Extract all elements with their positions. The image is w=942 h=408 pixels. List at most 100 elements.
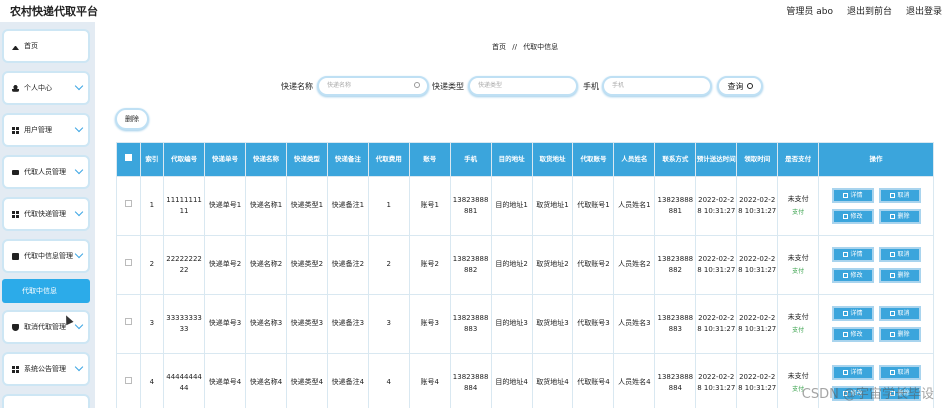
table-cell: 快递名称1 [244, 176, 287, 236]
cancel-button[interactable]: 取消 [878, 306, 921, 321]
sidebar-item-announcements[interactable]: 系统公告管理 [2, 352, 90, 386]
table-cell: 13823888881 [449, 176, 492, 236]
column-header: 取货地址 [531, 142, 574, 177]
table-cell: 13823888884 [654, 353, 697, 408]
row-checkbox[interactable] [124, 200, 132, 208]
edit-icon [842, 214, 848, 219]
sidebar-item-profile[interactable]: 个人中心 [2, 71, 90, 105]
sidebar-item-courier-staff[interactable]: 代取人员管理 [2, 155, 90, 189]
sidebar-item-users[interactable]: 用户管理 [2, 113, 90, 147]
chevron-down-icon [74, 249, 84, 259]
detail-icon [842, 193, 848, 198]
table-cell: 快递名称2 [244, 235, 287, 295]
column-header: 手机 [449, 142, 492, 177]
table-cell: 2022-02-28 10:31:27 [695, 176, 738, 236]
row-checkbox[interactable] [124, 318, 132, 326]
table-cell: 快递单号3 [204, 294, 246, 354]
table-cell: 账号4 [408, 353, 451, 408]
search-button[interactable]: 查询 [717, 76, 763, 96]
edit-button[interactable]: 修改 [831, 209, 874, 224]
table-cell: 快递类型3 [285, 294, 328, 354]
delete-button[interactable]: 删除 [878, 268, 921, 283]
phone-input[interactable]: 手机 [602, 76, 712, 96]
select-all-checkbox[interactable] [124, 154, 132, 162]
pay-link[interactable]: 支付 [778, 326, 818, 336]
delete-button[interactable]: 删除 [878, 209, 921, 224]
delete-icon [889, 214, 895, 219]
row-select-cell[interactable] [116, 235, 141, 295]
row-select-cell[interactable] [116, 176, 141, 236]
table-cell: 快递类型4 [285, 353, 328, 408]
table-cell: 3333333333 [163, 294, 206, 354]
table-cell: 快递单号4 [204, 353, 246, 408]
table-cell: 未支付 支付 [777, 176, 820, 236]
table-cell: 人员姓名3 [613, 294, 656, 354]
cancel-button[interactable]: 取消 [878, 365, 921, 380]
row-checkbox[interactable] [124, 377, 132, 385]
table-cell: 快递备注4 [326, 353, 369, 408]
row-select-cell[interactable] [116, 353, 141, 408]
table-cell: 1111111111 [163, 176, 206, 236]
table-cell: 取货地址3 [531, 294, 574, 354]
edit-button[interactable]: 修改 [831, 327, 874, 342]
sidebar-item-in-progress[interactable]: 代取中信息管理 [2, 239, 90, 273]
courier-type-input[interactable]: 快递类型 [468, 76, 578, 96]
detail-button[interactable]: 详情 [831, 188, 874, 203]
table-row: 2 2222222222 快递单号2 快递名称2 快递类型2 快递备注2 2 账号2 13823… [116, 235, 934, 295]
column-header: 索引 [139, 142, 165, 177]
cancel-icon [889, 370, 895, 375]
table-cell: 快递名称3 [244, 294, 287, 354]
sidebar-item-home[interactable]: 首页 [2, 29, 90, 63]
column-header: 操作 [818, 142, 934, 177]
table-cell: 13823888883 [449, 294, 492, 354]
detail-button[interactable]: 详情 [831, 365, 874, 380]
sidebar-item-more[interactable] [2, 394, 90, 408]
table-cell: 快递单号2 [204, 235, 246, 295]
cancel-button[interactable]: 取消 [878, 247, 921, 262]
table-cell: 目的地址4 [490, 353, 533, 408]
detail-button[interactable]: 详情 [831, 306, 874, 321]
column-header: 是否支付 [777, 142, 820, 177]
pay-link[interactable]: 支付 [778, 208, 818, 218]
column-header: 快递类型 [285, 142, 328, 177]
detail-icon [842, 252, 848, 257]
table-cell: 代取账号1 [572, 176, 615, 236]
table-cell: 2222222222 [163, 235, 206, 295]
check-icon [12, 252, 19, 260]
back-to-frontend-link[interactable]: 退出到前台 [847, 4, 892, 17]
sidebar-subitem-in-progress-info[interactable]: 代取中信息 [2, 279, 90, 303]
breadcrumb-home[interactable]: 首页 [492, 43, 506, 51]
sidebar-item-pickup-express[interactable]: 代取快递管理 [2, 197, 90, 231]
table-cell: 目的地址1 [490, 176, 533, 236]
column-header: 代取编号 [163, 142, 206, 177]
table-cell: 快递类型2 [285, 235, 328, 295]
breadcrumb-separator: // [512, 43, 517, 51]
table-cell: 人员姓名4 [613, 353, 656, 408]
chevron-down-icon [74, 81, 84, 91]
top-header: 农村快递代取平台 管理员 abo 退出到前台 退出登录 [0, 0, 942, 22]
search-bar: 快递名称 快递名称 快递类型 快递类型 手机 手机 查询 [95, 76, 942, 96]
delete-button[interactable]: 删除 [878, 327, 921, 342]
select-all-header[interactable] [116, 142, 141, 177]
pay-link[interactable]: 支付 [778, 267, 818, 277]
courier-name-label: 快递名称 [281, 82, 313, 91]
csdn-watermark: CSDN @宇宙学长毕设 [801, 387, 934, 402]
table-cell: 13823888882 [449, 235, 492, 295]
row-checkbox[interactable] [124, 259, 132, 267]
column-header: 人员姓名 [613, 142, 656, 177]
table-cell: 2022-02-28 10:31:27 [736, 353, 779, 408]
sidebar-item-cancel-pickup[interactable]: 取消代取管理 [2, 310, 90, 344]
table-cell: 目的地址3 [490, 294, 533, 354]
table-cell: 3 [367, 294, 410, 354]
row-select-cell[interactable] [116, 294, 141, 354]
logout-link[interactable]: 退出登录 [906, 4, 942, 17]
shield-icon [12, 323, 19, 331]
cancel-button[interactable]: 取消 [878, 188, 921, 203]
detail-button[interactable]: 详情 [831, 247, 874, 262]
row-actions-cell: 详情 取消 修改 删除 [818, 176, 934, 236]
batch-delete-button[interactable]: 删除 [115, 108, 149, 130]
edit-button[interactable]: 修改 [831, 268, 874, 283]
table-cell: 人员姓名1 [613, 176, 656, 236]
chevron-down-icon [74, 123, 84, 133]
courier-name-input[interactable]: 快递名称 [317, 76, 429, 96]
